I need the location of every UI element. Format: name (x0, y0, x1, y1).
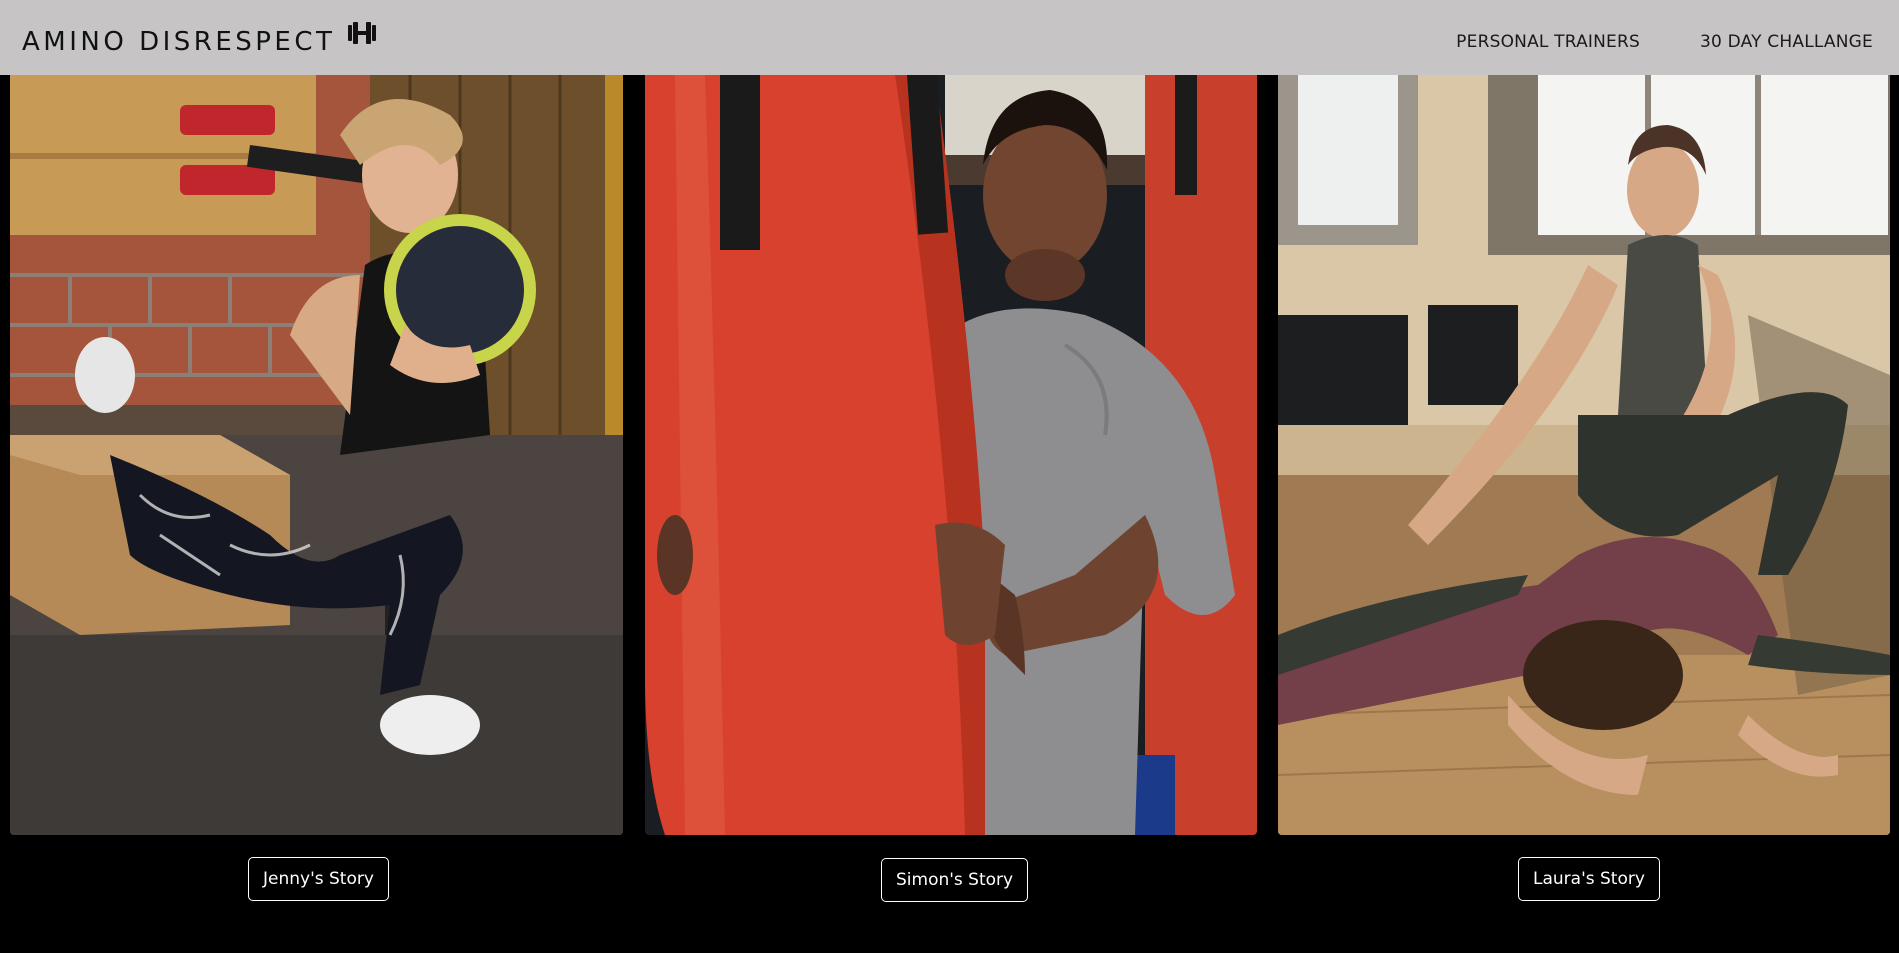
jenny-photo (10, 75, 623, 835)
jenny-story-button[interactable]: Jenny's Story (248, 857, 389, 901)
simon-story-button[interactable]: Simon's Story (881, 858, 1029, 902)
top-navbar: AMINO DISRESPECT PERSONAL TRAINERS 30 DA… (0, 0, 1899, 75)
nav-30-day-challenge[interactable]: 30 DAY CHALLANGE (1700, 31, 1873, 53)
dumbbell-icon (348, 22, 377, 44)
nav-personal-trainers[interactable]: PERSONAL TRAINERS (1456, 31, 1640, 53)
simon-photo (645, 75, 1257, 835)
laura-photo (1278, 75, 1890, 835)
brand-name[interactable]: AMINO DISRESPECT (22, 24, 335, 60)
brand[interactable]: AMINO DISRESPECT (22, 22, 379, 60)
laura-story-button[interactable]: Laura's Story (1518, 857, 1660, 901)
main-nav: PERSONAL TRAINERS 30 DAY CHALLANGE (1456, 31, 1873, 53)
